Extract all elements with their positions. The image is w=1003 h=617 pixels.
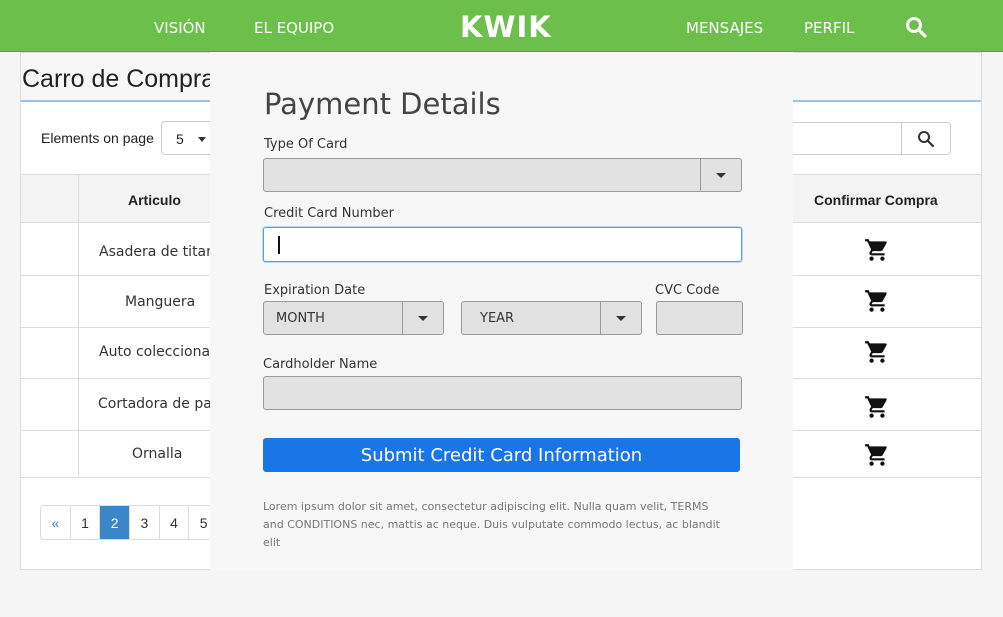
cardholder-name-label: Cardholder Name	[263, 357, 378, 372]
cart-icon[interactable]	[864, 339, 890, 365]
dropdown-button[interactable]	[600, 302, 641, 334]
nav-link-perfil[interactable]: PERFIL	[804, 19, 854, 37]
cart-icon[interactable]	[864, 442, 890, 468]
top-navbar: VISIÓN EL EQUIPO KWIK MENSAJES PERFIL	[0, 0, 1003, 52]
pagination-page-1[interactable]: 1	[70, 506, 101, 539]
payment-modal: Payment Details Type Of Card Credit Card…	[210, 52, 793, 570]
year-value: YEAR	[480, 311, 515, 326]
pagination: « 1 2 3 4 5	[40, 505, 220, 540]
submit-credit-card-button[interactable]: Submit Credit Card Information	[263, 438, 740, 472]
caret-down-icon	[418, 316, 428, 321]
expiration-year-select[interactable]: YEAR	[461, 301, 642, 335]
search-button[interactable]	[901, 122, 951, 155]
brand-logo[interactable]: KWIK	[460, 10, 552, 44]
expiration-month-select[interactable]: MONTH	[263, 301, 444, 335]
caret-down-icon	[616, 316, 626, 321]
cardholder-name-field[interactable]	[263, 376, 742, 410]
item-name: Asadera de titanic	[99, 244, 227, 260]
month-value: MONTH	[276, 311, 325, 326]
item-name: Manguera	[125, 294, 196, 310]
terms-text: Lorem ipsum dolor sit amet, consectetur …	[263, 500, 720, 549]
cvc-code-label: CVC Code	[655, 283, 720, 298]
elements-per-page-label: Elements on page	[41, 130, 154, 146]
header-articulo: Articulo	[128, 192, 181, 208]
modal-title: Payment Details	[264, 87, 501, 121]
page-title: Carro de Compras	[22, 65, 228, 93]
pagination-page-4[interactable]: 4	[159, 506, 190, 539]
cvc-code-field[interactable]	[656, 301, 743, 335]
dropdown-button[interactable]	[700, 159, 741, 191]
item-name: Ornalla	[132, 446, 183, 462]
cart-icon[interactable]	[864, 394, 890, 420]
magnifier-icon	[918, 131, 935, 148]
credit-card-number-label: Credit Card Number	[264, 206, 394, 221]
elements-per-page-value: 5	[176, 131, 184, 147]
header-confirmar-compra: Confirmar Compra	[814, 192, 938, 208]
nav-link-vision[interactable]: VISIÓN	[154, 19, 206, 37]
caret-down-icon	[198, 137, 206, 142]
type-of-card-select[interactable]	[263, 158, 742, 192]
search-icon[interactable]	[905, 16, 927, 38]
pagination-page-2[interactable]: 2	[100, 506, 131, 539]
nav-link-mensajes[interactable]: MENSAJES	[686, 19, 763, 37]
cart-icon[interactable]	[864, 237, 890, 263]
caret-down-icon	[716, 173, 726, 178]
dropdown-button[interactable]	[402, 302, 443, 334]
credit-card-number-field[interactable]	[263, 227, 742, 262]
text-cursor	[278, 236, 280, 254]
cart-icon[interactable]	[864, 288, 890, 314]
expiration-date-label: Expiration Date	[264, 283, 366, 298]
pagination-prev[interactable]: «	[41, 506, 71, 539]
pagination-page-3[interactable]: 3	[130, 506, 160, 539]
nav-link-el-equipo[interactable]: EL EQUIPO	[254, 19, 334, 37]
type-of-card-label: Type Of Card	[264, 137, 348, 152]
